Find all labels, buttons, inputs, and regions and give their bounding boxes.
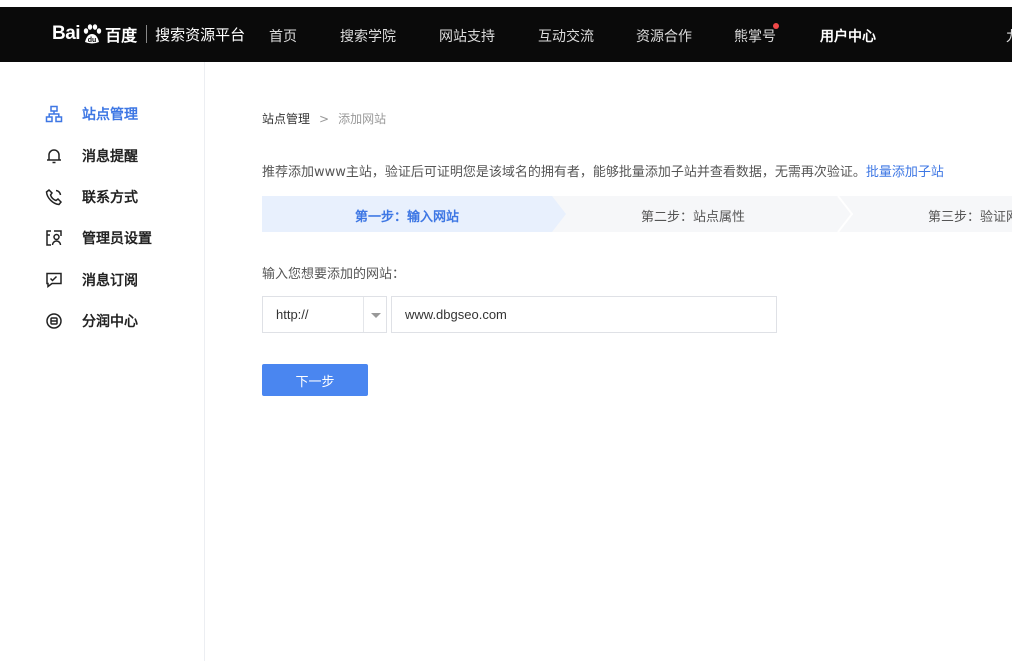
nav-xiongzhang[interactable]: 熊掌号 bbox=[734, 26, 776, 46]
sidebar-item-admin-settings[interactable]: 管理员设置 bbox=[45, 227, 152, 249]
paw-icon: du bbox=[83, 24, 102, 44]
next-step-button[interactable]: 下一步 bbox=[262, 364, 368, 396]
nav-home[interactable]: 首页 bbox=[269, 26, 297, 46]
sidebar-item-label: 消息提醒 bbox=[82, 149, 138, 165]
nav-site-support[interactable]: 网站支持 bbox=[439, 26, 495, 46]
sidebar-item-label: 分润中心 bbox=[82, 314, 138, 330]
chevron-right-icon: > bbox=[319, 111, 330, 126]
url-input[interactable] bbox=[391, 296, 777, 333]
nav-overflow-text: 九 bbox=[1006, 26, 1012, 46]
sidebar-item-label: 联系方式 bbox=[82, 190, 138, 206]
logo-text-cn: 百度 bbox=[105, 26, 138, 45]
nav-resource-cooperation[interactable]: 资源合作 bbox=[636, 26, 692, 46]
admin-icon bbox=[45, 229, 63, 247]
sidebar-item-profit-center[interactable]: 分润中心 bbox=[45, 310, 138, 332]
bell-icon bbox=[45, 147, 63, 165]
coin-icon bbox=[45, 312, 63, 330]
message-check-icon bbox=[45, 271, 63, 289]
caret-down-icon[interactable] bbox=[371, 313, 381, 318]
nav-user-center[interactable]: 用户中心 bbox=[820, 26, 876, 46]
step-1: 第一步：输入网站 bbox=[355, 210, 460, 225]
breadcrumb: 站点管理 > 添加网站 bbox=[262, 110, 386, 127]
platform-name: 搜索资源平台 bbox=[155, 25, 246, 44]
logo-divider bbox=[146, 25, 148, 43]
sidebar: 站点管理 消息提醒 联系方式 管理员设置 消息订阅 分润中心 bbox=[0, 62, 205, 661]
breadcrumb-current: 添加网站 bbox=[338, 112, 387, 126]
notice-body: 推荐添加www主站，验证后可证明您是该域名的拥有者，能够批量添加子站并查看数据，… bbox=[262, 165, 866, 180]
notification-dot bbox=[773, 23, 779, 29]
nav-search-academy[interactable]: 搜索学院 bbox=[340, 26, 396, 46]
sidebar-item-message-reminder[interactable]: 消息提醒 bbox=[45, 145, 138, 167]
phone-icon bbox=[45, 188, 63, 206]
step-2: 第二步：站点属性 bbox=[641, 210, 746, 225]
batch-add-subsites-link[interactable]: 批量添加子站 bbox=[866, 165, 944, 180]
baidu-logo[interactable]: Bai du 百度 搜索资源平台 bbox=[52, 19, 245, 49]
protocol-select[interactable]: http:// bbox=[262, 296, 387, 333]
notice-text: 推荐添加www主站，验证后可证明您是该域名的拥有者，能够批量添加子站并查看数据，… bbox=[262, 161, 944, 180]
sidebar-item-label: 消息订阅 bbox=[82, 273, 138, 289]
sidebar-item-label: 管理员设置 bbox=[82, 231, 152, 247]
sitemap-icon bbox=[45, 105, 63, 123]
url-field-label: 输入您想要添加的网站： bbox=[262, 267, 406, 282]
sidebar-item-label: 站点管理 bbox=[82, 107, 138, 123]
nav-interaction[interactable]: 互动交流 bbox=[538, 26, 594, 46]
breadcrumb-parent[interactable]: 站点管理 bbox=[262, 110, 310, 127]
protocol-value: http:// bbox=[276, 307, 309, 322]
step-3: 第三步：验证网站 bbox=[928, 210, 1012, 225]
top-navigation-bar: Bai du 百度 搜索资源平台 首页 搜索学院 网站支持 互动交流 资源合作 … bbox=[0, 7, 1012, 62]
logo-text-du: du bbox=[88, 37, 97, 44]
logo-text-bai: Bai bbox=[52, 23, 81, 44]
sidebar-item-contact[interactable]: 联系方式 bbox=[45, 186, 138, 208]
steps-bar: 第一步：输入网站 第二步：站点属性 第三步：验证网站 bbox=[262, 196, 1012, 232]
protocol-divider bbox=[363, 297, 364, 332]
sidebar-item-message-subscription[interactable]: 消息订阅 bbox=[45, 269, 138, 291]
sidebar-item-site-management[interactable]: 站点管理 bbox=[45, 103, 138, 125]
